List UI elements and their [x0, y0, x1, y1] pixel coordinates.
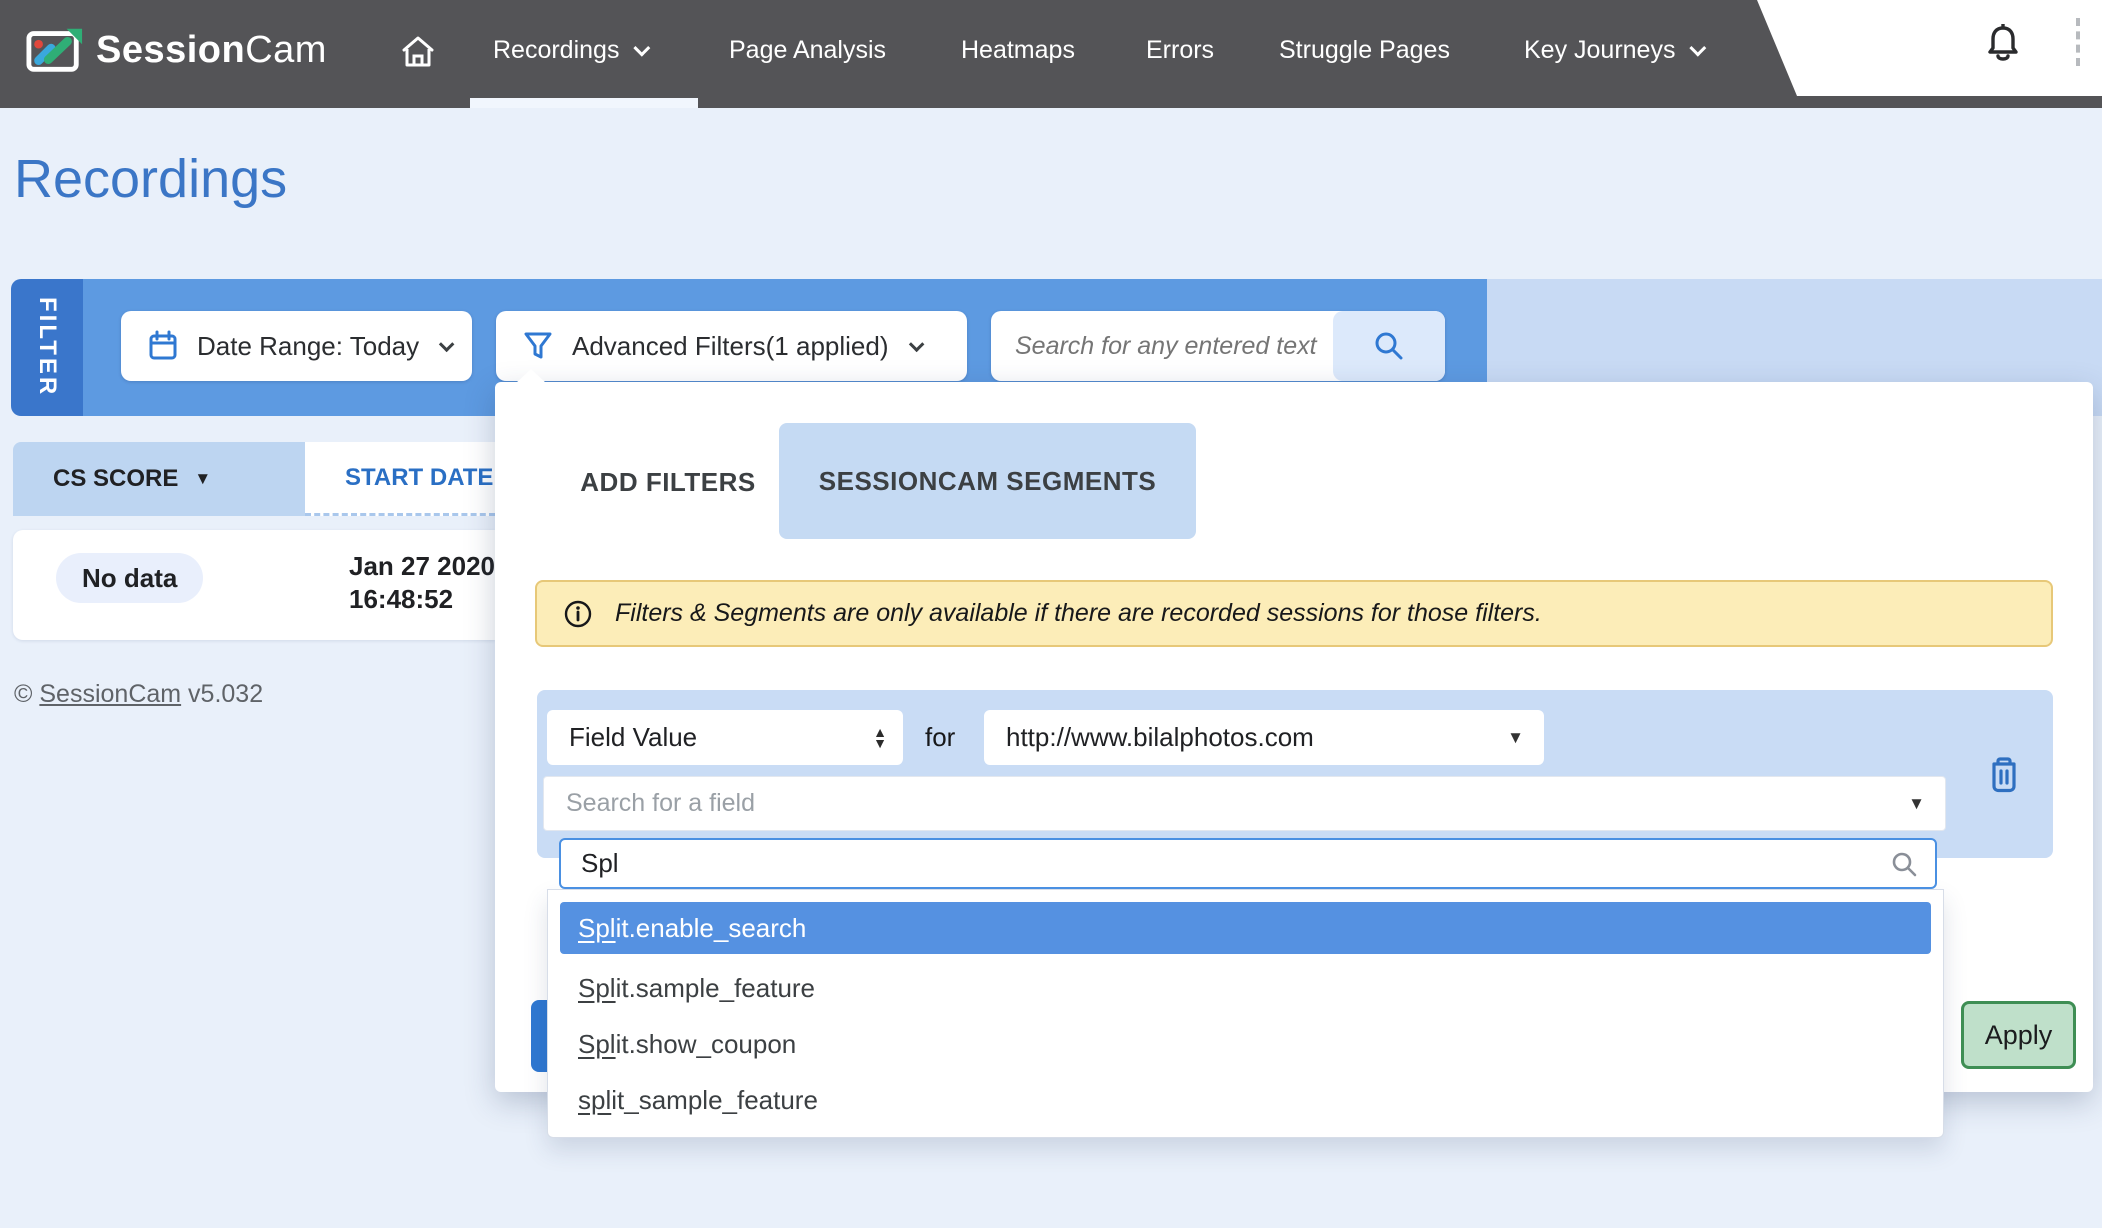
apply-button[interactable]: Apply	[1961, 1001, 2076, 1069]
page-title: Recordings	[14, 148, 287, 210]
sessioncam-link[interactable]: SessionCam	[39, 680, 181, 708]
more-menu-icon[interactable]	[2076, 18, 2080, 66]
chevron-down-icon	[908, 336, 924, 352]
recordings-page: SessionCam Recordings Page Analysis Heat…	[0, 0, 2102, 1228]
start-date-label: START DATE	[345, 464, 493, 492]
option-split-show-coupon[interactable]: Split.show_coupon	[548, 1016, 1943, 1072]
tab-sessioncam-segments[interactable]: SESSIONCAM SEGMENTS	[779, 423, 1196, 539]
advanced-filters-label: Advanced Filters(1 applied)	[572, 331, 889, 362]
search-icon	[1371, 328, 1407, 364]
text-search	[991, 311, 1445, 381]
brand[interactable]: SessionCam	[26, 26, 327, 74]
nav-corner-panel	[1757, 0, 2102, 96]
info-icon	[563, 599, 593, 629]
nav-item-struggle-pages[interactable]: Struggle Pages	[1279, 36, 1450, 65]
nav-item-key-journeys[interactable]: Key Journeys	[1524, 36, 1701, 65]
site-select[interactable]: http://www.bilalphotos.com ▼	[984, 710, 1544, 765]
delete-filter-button[interactable]	[1987, 756, 2021, 799]
field-type-value: Field Value	[569, 722, 697, 753]
field-options-list: Split.enable_search Split.sample_feature…	[547, 889, 1944, 1138]
start-date-value: Jan 27 2020, 16:48:52	[349, 550, 502, 616]
filter-condition-row: Field Value ▲▼ for http://www.bilalphoto…	[537, 690, 2053, 858]
field-type-select[interactable]: Field Value ▲▼	[547, 710, 903, 765]
option-split-sample-feature-underscore[interactable]: split_sample_feature	[548, 1072, 1943, 1128]
sort-desc-icon: ▼	[194, 469, 211, 489]
date-range-button[interactable]: Date Range: Today	[121, 311, 472, 381]
field-combobox[interactable]: Search for a field ▼	[543, 776, 1946, 831]
info-banner-text: Filters & Segments are only available if…	[615, 599, 1542, 628]
search-icon	[1889, 849, 1919, 879]
field-search-input[interactable]	[561, 848, 1889, 879]
info-banner: Filters & Segments are only available if…	[535, 580, 2053, 647]
active-tab-indicator	[470, 98, 698, 108]
tab-add-filters[interactable]: ADD FILTERS	[557, 442, 779, 522]
dropdown-arrow-icon: ▼	[1908, 794, 1925, 814]
table-row[interactable]: No data Jan 27 2020, 16:48:52	[13, 530, 495, 640]
chevron-down-icon	[1690, 40, 1707, 57]
sessioncam-logo-icon	[26, 26, 84, 74]
notifications-bell-icon[interactable]	[1985, 22, 2021, 66]
site-value: http://www.bilalphotos.com	[1006, 722, 1314, 753]
home-icon[interactable]	[398, 32, 438, 72]
nav-item-heatmaps[interactable]: Heatmaps	[961, 36, 1075, 65]
option-split-enable-search[interactable]: Split.enable_search	[560, 902, 1931, 954]
obscured-button-fragment	[531, 1000, 548, 1072]
chevron-down-icon	[439, 336, 455, 352]
advanced-filters-button[interactable]: Advanced Filters(1 applied)	[496, 311, 967, 381]
trash-icon	[1987, 756, 2021, 794]
for-label: for	[925, 722, 955, 753]
select-spinner-icon: ▲▼	[873, 727, 887, 749]
field-search-box	[559, 838, 1937, 889]
column-header-cs-score[interactable]: CS SCORE ▼	[13, 442, 305, 516]
field-combobox-placeholder: Search for a field	[566, 789, 755, 818]
filter-funnel-icon	[522, 330, 554, 362]
filter-side-tab[interactable]: FILTER	[11, 279, 83, 416]
column-header-start-date[interactable]: START DATE	[305, 442, 495, 516]
advanced-filters-panel: ADD FILTERS SESSIONCAM SEGMENTS Filters …	[495, 382, 2093, 1092]
brand-name: SessionCam	[96, 29, 327, 72]
panel-notch	[516, 369, 546, 383]
filter-tab-label: FILTER	[33, 297, 61, 397]
nav-item-errors[interactable]: Errors	[1146, 36, 1214, 65]
nav-item-page-analysis[interactable]: Page Analysis	[729, 36, 886, 65]
dropdown-arrow-icon: ▼	[1507, 728, 1524, 748]
top-nav: SessionCam Recordings Page Analysis Heat…	[0, 0, 2102, 108]
cs-score-badge: No data	[56, 553, 203, 603]
search-button[interactable]	[1333, 311, 1445, 381]
text-search-input[interactable]	[991, 332, 1333, 361]
cs-score-label: CS SCORE	[53, 465, 178, 493]
footer: © SessionCam v5.032	[14, 680, 263, 709]
calendar-icon	[147, 330, 179, 362]
chevron-down-icon	[634, 40, 651, 57]
date-range-label: Date Range: Today	[197, 331, 419, 362]
option-split-sample-feature[interactable]: Split.sample_feature	[548, 960, 1943, 1016]
nav-item-recordings[interactable]: Recordings	[493, 36, 645, 65]
